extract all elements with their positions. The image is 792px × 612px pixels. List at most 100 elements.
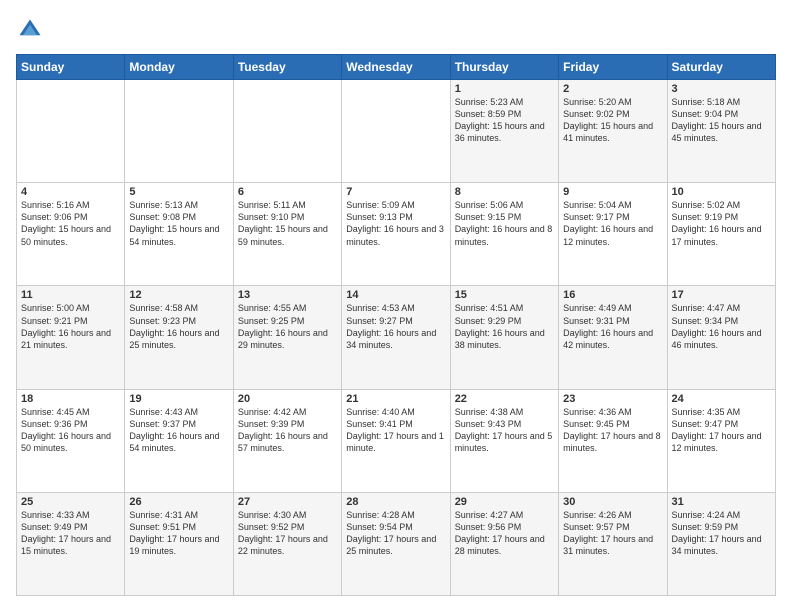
weekday-header-saturday: Saturday xyxy=(667,55,775,80)
day-info: Sunrise: 4:24 AM Sunset: 9:59 PM Dayligh… xyxy=(672,509,771,558)
day-info: Sunrise: 5:06 AM Sunset: 9:15 PM Dayligh… xyxy=(455,199,554,248)
day-cell: 26Sunrise: 4:31 AM Sunset: 9:51 PM Dayli… xyxy=(125,492,233,595)
day-info: Sunrise: 4:42 AM Sunset: 9:39 PM Dayligh… xyxy=(238,406,337,455)
day-number: 10 xyxy=(672,186,771,198)
day-info: Sunrise: 4:43 AM Sunset: 9:37 PM Dayligh… xyxy=(129,406,228,455)
weekday-header-tuesday: Tuesday xyxy=(233,55,341,80)
day-info: Sunrise: 4:53 AM Sunset: 9:27 PM Dayligh… xyxy=(346,302,445,351)
day-cell: 8Sunrise: 5:06 AM Sunset: 9:15 PM Daylig… xyxy=(450,183,558,286)
day-cell: 4Sunrise: 5:16 AM Sunset: 9:06 PM Daylig… xyxy=(17,183,125,286)
day-number: 9 xyxy=(563,186,662,198)
day-number: 3 xyxy=(672,83,771,95)
day-info: Sunrise: 4:45 AM Sunset: 9:36 PM Dayligh… xyxy=(21,406,120,455)
day-number: 11 xyxy=(21,289,120,301)
week-row-4: 18Sunrise: 4:45 AM Sunset: 9:36 PM Dayli… xyxy=(17,389,776,492)
day-number: 12 xyxy=(129,289,228,301)
day-info: Sunrise: 4:55 AM Sunset: 9:25 PM Dayligh… xyxy=(238,302,337,351)
day-info: Sunrise: 5:02 AM Sunset: 9:19 PM Dayligh… xyxy=(672,199,771,248)
day-number: 31 xyxy=(672,496,771,508)
day-cell: 10Sunrise: 5:02 AM Sunset: 9:19 PM Dayli… xyxy=(667,183,775,286)
day-cell: 19Sunrise: 4:43 AM Sunset: 9:37 PM Dayli… xyxy=(125,389,233,492)
day-cell: 23Sunrise: 4:36 AM Sunset: 9:45 PM Dayli… xyxy=(559,389,667,492)
day-number: 24 xyxy=(672,393,771,405)
day-cell: 13Sunrise: 4:55 AM Sunset: 9:25 PM Dayli… xyxy=(233,286,341,389)
day-info: Sunrise: 4:47 AM Sunset: 9:34 PM Dayligh… xyxy=(672,302,771,351)
day-cell: 16Sunrise: 4:49 AM Sunset: 9:31 PM Dayli… xyxy=(559,286,667,389)
day-cell: 15Sunrise: 4:51 AM Sunset: 9:29 PM Dayli… xyxy=(450,286,558,389)
day-cell: 9Sunrise: 5:04 AM Sunset: 9:17 PM Daylig… xyxy=(559,183,667,286)
day-cell: 22Sunrise: 4:38 AM Sunset: 9:43 PM Dayli… xyxy=(450,389,558,492)
day-number: 16 xyxy=(563,289,662,301)
day-number: 13 xyxy=(238,289,337,301)
day-cell: 29Sunrise: 4:27 AM Sunset: 9:56 PM Dayli… xyxy=(450,492,558,595)
day-number: 14 xyxy=(346,289,445,301)
day-cell: 31Sunrise: 4:24 AM Sunset: 9:59 PM Dayli… xyxy=(667,492,775,595)
day-info: Sunrise: 4:49 AM Sunset: 9:31 PM Dayligh… xyxy=(563,302,662,351)
header xyxy=(16,16,776,44)
day-number: 28 xyxy=(346,496,445,508)
day-cell: 14Sunrise: 4:53 AM Sunset: 9:27 PM Dayli… xyxy=(342,286,450,389)
weekday-header-thursday: Thursday xyxy=(450,55,558,80)
day-info: Sunrise: 5:16 AM Sunset: 9:06 PM Dayligh… xyxy=(21,199,120,248)
day-cell: 30Sunrise: 4:26 AM Sunset: 9:57 PM Dayli… xyxy=(559,492,667,595)
day-number: 5 xyxy=(129,186,228,198)
weekday-header-row: SundayMondayTuesdayWednesdayThursdayFrid… xyxy=(17,55,776,80)
weekday-header-sunday: Sunday xyxy=(17,55,125,80)
day-info: Sunrise: 4:28 AM Sunset: 9:54 PM Dayligh… xyxy=(346,509,445,558)
day-info: Sunrise: 4:27 AM Sunset: 9:56 PM Dayligh… xyxy=(455,509,554,558)
day-info: Sunrise: 4:26 AM Sunset: 9:57 PM Dayligh… xyxy=(563,509,662,558)
logo xyxy=(16,16,48,44)
day-info: Sunrise: 5:13 AM Sunset: 9:08 PM Dayligh… xyxy=(129,199,228,248)
day-number: 26 xyxy=(129,496,228,508)
day-info: Sunrise: 4:33 AM Sunset: 9:49 PM Dayligh… xyxy=(21,509,120,558)
day-info: Sunrise: 4:30 AM Sunset: 9:52 PM Dayligh… xyxy=(238,509,337,558)
day-cell: 17Sunrise: 4:47 AM Sunset: 9:34 PM Dayli… xyxy=(667,286,775,389)
week-row-5: 25Sunrise: 4:33 AM Sunset: 9:49 PM Dayli… xyxy=(17,492,776,595)
day-info: Sunrise: 4:36 AM Sunset: 9:45 PM Dayligh… xyxy=(563,406,662,455)
day-cell: 6Sunrise: 5:11 AM Sunset: 9:10 PM Daylig… xyxy=(233,183,341,286)
day-info: Sunrise: 4:51 AM Sunset: 9:29 PM Dayligh… xyxy=(455,302,554,351)
day-number: 29 xyxy=(455,496,554,508)
day-cell xyxy=(125,80,233,183)
calendar-table: SundayMondayTuesdayWednesdayThursdayFrid… xyxy=(16,54,776,596)
day-info: Sunrise: 5:20 AM Sunset: 9:02 PM Dayligh… xyxy=(563,96,662,145)
day-info: Sunrise: 4:35 AM Sunset: 9:47 PM Dayligh… xyxy=(672,406,771,455)
day-cell: 1Sunrise: 5:23 AM Sunset: 8:59 PM Daylig… xyxy=(450,80,558,183)
day-cell: 24Sunrise: 4:35 AM Sunset: 9:47 PM Dayli… xyxy=(667,389,775,492)
weekday-header-wednesday: Wednesday xyxy=(342,55,450,80)
day-number: 18 xyxy=(21,393,120,405)
day-number: 7 xyxy=(346,186,445,198)
day-number: 17 xyxy=(672,289,771,301)
day-cell xyxy=(17,80,125,183)
day-info: Sunrise: 5:23 AM Sunset: 8:59 PM Dayligh… xyxy=(455,96,554,145)
day-cell: 12Sunrise: 4:58 AM Sunset: 9:23 PM Dayli… xyxy=(125,286,233,389)
day-number: 2 xyxy=(563,83,662,95)
day-number: 4 xyxy=(21,186,120,198)
day-number: 15 xyxy=(455,289,554,301)
day-info: Sunrise: 4:31 AM Sunset: 9:51 PM Dayligh… xyxy=(129,509,228,558)
weekday-header-monday: Monday xyxy=(125,55,233,80)
day-cell xyxy=(342,80,450,183)
day-number: 21 xyxy=(346,393,445,405)
day-number: 20 xyxy=(238,393,337,405)
day-cell: 28Sunrise: 4:28 AM Sunset: 9:54 PM Dayli… xyxy=(342,492,450,595)
day-cell: 21Sunrise: 4:40 AM Sunset: 9:41 PM Dayli… xyxy=(342,389,450,492)
day-cell xyxy=(233,80,341,183)
day-cell: 3Sunrise: 5:18 AM Sunset: 9:04 PM Daylig… xyxy=(667,80,775,183)
day-cell: 11Sunrise: 5:00 AM Sunset: 9:21 PM Dayli… xyxy=(17,286,125,389)
day-number: 23 xyxy=(563,393,662,405)
day-cell: 20Sunrise: 4:42 AM Sunset: 9:39 PM Dayli… xyxy=(233,389,341,492)
week-row-1: 1Sunrise: 5:23 AM Sunset: 8:59 PM Daylig… xyxy=(17,80,776,183)
day-cell: 25Sunrise: 4:33 AM Sunset: 9:49 PM Dayli… xyxy=(17,492,125,595)
day-cell: 5Sunrise: 5:13 AM Sunset: 9:08 PM Daylig… xyxy=(125,183,233,286)
day-info: Sunrise: 5:04 AM Sunset: 9:17 PM Dayligh… xyxy=(563,199,662,248)
day-number: 25 xyxy=(21,496,120,508)
day-info: Sunrise: 4:58 AM Sunset: 9:23 PM Dayligh… xyxy=(129,302,228,351)
day-cell: 27Sunrise: 4:30 AM Sunset: 9:52 PM Dayli… xyxy=(233,492,341,595)
day-number: 22 xyxy=(455,393,554,405)
day-info: Sunrise: 5:09 AM Sunset: 9:13 PM Dayligh… xyxy=(346,199,445,248)
day-info: Sunrise: 5:11 AM Sunset: 9:10 PM Dayligh… xyxy=(238,199,337,248)
day-number: 6 xyxy=(238,186,337,198)
day-cell: 2Sunrise: 5:20 AM Sunset: 9:02 PM Daylig… xyxy=(559,80,667,183)
day-number: 19 xyxy=(129,393,228,405)
